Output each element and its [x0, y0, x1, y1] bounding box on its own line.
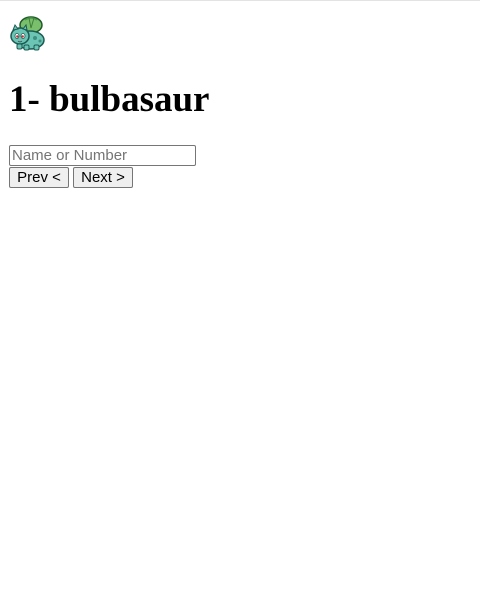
prev-button[interactable]: Prev <: [9, 167, 69, 188]
pokedex-page: 1- bulbasaur Prev < Next >: [0, 0, 480, 602]
top-divider: [0, 0, 480, 1]
pokemon-title: 1- bulbasaur: [9, 79, 210, 120]
bulbasaur-sprite-icon: [9, 14, 49, 54]
search-input[interactable]: [9, 145, 196, 166]
next-button[interactable]: Next >: [73, 167, 133, 188]
